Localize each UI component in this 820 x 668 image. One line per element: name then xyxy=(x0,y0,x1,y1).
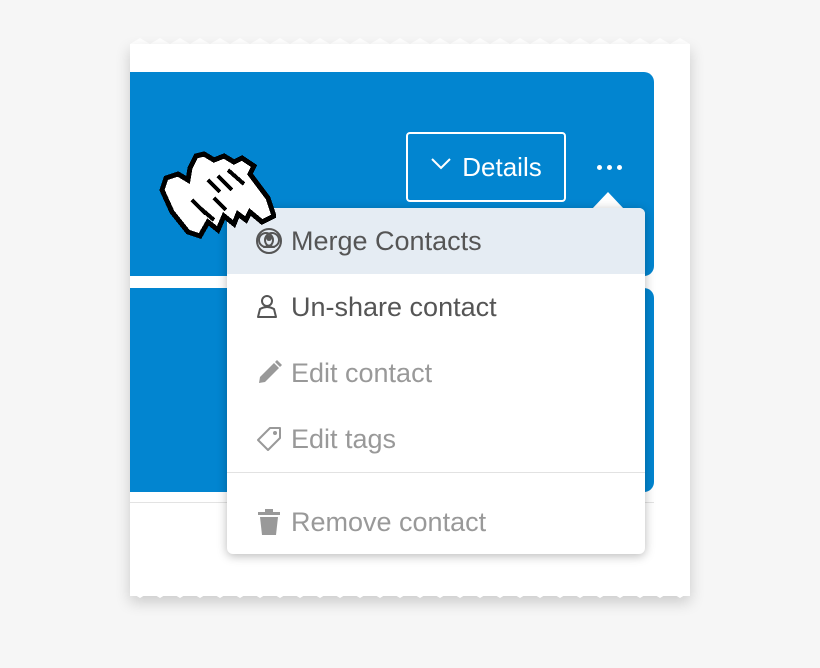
hand-pointer-cursor-icon xyxy=(159,151,276,240)
menu-item-unshare-contact[interactable]: Un-share contact xyxy=(227,274,645,340)
trash-icon xyxy=(258,509,280,535)
menu-caret xyxy=(592,192,624,209)
menu-item-edit-tags[interactable]: Edit tags xyxy=(227,406,645,472)
tag-icon xyxy=(257,427,281,451)
menu-item-label: Un-share contact xyxy=(291,291,497,322)
person-outline-icon xyxy=(257,295,277,318)
menu-item-merge-contacts[interactable]: Merge Contacts xyxy=(227,208,645,274)
more-dot-icon xyxy=(596,164,602,170)
contact-actions-menu: Merge Contacts Un-share contact Edit con… xyxy=(227,208,645,554)
details-button[interactable]: Details xyxy=(406,132,566,202)
more-options-button[interactable] xyxy=(590,150,628,184)
menu-item-label: Merge Contacts xyxy=(291,225,482,256)
menu-item-edit-contact[interactable]: Edit contact xyxy=(227,340,645,406)
menu-item-remove-contact[interactable]: Remove contact xyxy=(227,489,645,555)
more-dot-icon xyxy=(606,164,612,170)
pencil-icon xyxy=(259,360,282,383)
menu-item-label: Edit contact xyxy=(291,357,433,388)
menu-divider xyxy=(227,472,645,473)
more-dot-icon xyxy=(616,164,622,170)
menu-item-label: Remove contact xyxy=(291,506,487,537)
details-button-label: Details xyxy=(462,151,542,182)
torn-edge-bottom xyxy=(130,586,690,598)
menu-item-label: Edit tags xyxy=(291,423,397,454)
chevron-down-icon xyxy=(431,158,451,170)
